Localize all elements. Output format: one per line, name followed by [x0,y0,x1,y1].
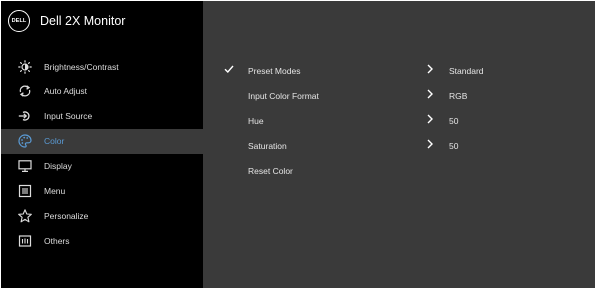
monitor-title: Dell 2X Monitor [40,14,126,28]
option-label: Preset Modes [248,66,301,76]
sidebar-item-display[interactable]: Display [1,154,203,179]
sidebar-item-label: Auto Adjust [44,86,88,96]
option-saturation[interactable]: Saturation 50 [203,134,595,159]
display-icon [18,159,32,173]
input-source-icon [18,109,32,123]
sidebar-item-label: Color [44,136,65,146]
chevron-right-icon [425,113,435,125]
sidebar-item-label: Input Source [44,111,93,121]
others-icon [18,234,32,248]
auto-adjust-icon [18,84,32,98]
sidebar-item-label: Personalize [44,211,89,221]
option-value: RGB [449,91,468,101]
option-label: Hue [248,116,264,126]
option-preset-modes[interactable]: Preset Modes Standard [203,59,595,84]
star-icon [18,209,32,223]
sidebar-item-label: Brightness/Contrast [44,62,119,72]
chevron-right-icon [425,138,435,150]
option-reset-color[interactable]: Reset Color [203,159,595,184]
sidebar-item-label: Menu [44,186,66,196]
dell-logo: DELL [8,10,30,32]
sidebar-item-color[interactable]: Color [1,129,203,154]
sidebar-item-brightness-contrast[interactable]: Brightness/Contrast [1,55,203,80]
sidebar: DELL Dell 2X Monitor Brightness/Contrast… [1,1,203,288]
color-palette-icon [18,134,32,148]
sidebar-item-menu[interactable]: Menu [1,179,203,204]
option-input-color-format[interactable]: Input Color Format RGB [203,84,595,109]
sidebar-item-input-source[interactable]: Input Source [1,104,203,129]
option-value: 50 [449,141,459,151]
option-label: Saturation [248,141,287,151]
brightness-icon [18,60,32,74]
option-hue[interactable]: Hue 50 [203,109,595,134]
checkmark-icon [224,64,234,74]
menu-icon [18,184,32,198]
sidebar-item-auto-adjust[interactable]: Auto Adjust [1,79,203,104]
sidebar-item-others[interactable]: Others [1,229,203,254]
option-label: Reset Color [248,166,293,176]
sidebar-item-label: Others [44,236,70,246]
option-value: 50 [449,116,459,126]
chevron-right-icon [425,63,435,75]
brand-header: DELL Dell 2X Monitor [1,1,203,47]
sidebar-item-personalize[interactable]: Personalize [1,204,203,229]
chevron-right-icon [425,88,435,100]
option-value: Standard [449,66,484,76]
option-label: Input Color Format [248,91,319,101]
sidebar-item-label: Display [44,161,72,171]
monitor-osd: DELL Dell 2X Monitor Brightness/Contrast… [1,1,595,288]
